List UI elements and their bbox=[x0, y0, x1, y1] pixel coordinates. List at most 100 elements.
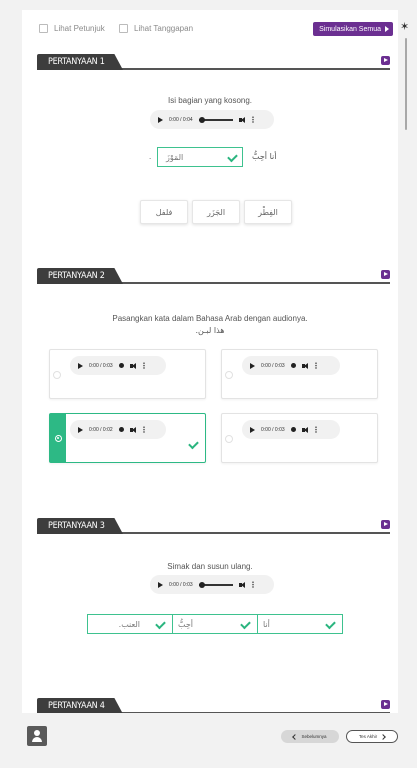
option-chip[interactable]: الفِطْر bbox=[244, 200, 292, 224]
audio-player[interactable]: 0:00 / 0:03 bbox=[70, 356, 166, 375]
audio-choice-card-selected[interactable]: 0:00 / 0:02 bbox=[49, 413, 206, 463]
next-label: Tes Akhir bbox=[358, 734, 378, 739]
question-header: PERTANYAAN 3 bbox=[37, 518, 390, 535]
answer-slot[interactable]: أحِبُّ bbox=[172, 614, 258, 634]
question-instruction: Pasangkan kata dalam Bahasa Arab dengan … bbox=[112, 314, 308, 323]
check-icon bbox=[240, 618, 251, 630]
volume-icon[interactable] bbox=[238, 116, 246, 123]
audio-choice-card[interactable]: 0:00 / 0:03 bbox=[221, 349, 378, 399]
option-chip[interactable]: فلفل bbox=[140, 200, 188, 224]
bottom-navigation-bar: Sebelumnya Tes Akhir bbox=[22, 717, 398, 757]
question-header: PERTANYAAN 2 bbox=[37, 268, 390, 285]
play-icon[interactable] bbox=[158, 116, 163, 123]
audio-time: 0:00 / 0:03 bbox=[261, 426, 285, 433]
question-title: PERTANYAAN 4 bbox=[37, 698, 123, 713]
answer-text: أحِبُّ bbox=[178, 619, 194, 629]
radio-button[interactable] bbox=[53, 371, 61, 379]
question-header: PERTANYAAN 1 bbox=[37, 54, 390, 71]
quiz-toolbar: Lihat Petunjuk Lihat Tanggapan Simulasik… bbox=[22, 22, 398, 40]
audio-progress[interactable] bbox=[290, 363, 296, 368]
volume-icon[interactable] bbox=[129, 426, 137, 433]
more-options-icon[interactable] bbox=[142, 426, 145, 433]
audio-time: 0:00 / 0:03 bbox=[89, 362, 113, 369]
show-hints-checkbox[interactable]: Lihat Petunjuk bbox=[39, 24, 105, 33]
radio-button[interactable] bbox=[225, 371, 233, 379]
next-button[interactable]: Tes Akhir bbox=[346, 730, 398, 743]
show-hints-label: Lihat Petunjuk bbox=[54, 24, 105, 33]
answer-text: المَوْزَ bbox=[166, 152, 184, 162]
checkbox-box[interactable] bbox=[39, 24, 48, 33]
quiz-page: Lihat Petunjuk Lihat Tanggapan Simulasik… bbox=[22, 10, 398, 713]
selected-indicator bbox=[50, 414, 66, 462]
more-options-icon[interactable] bbox=[251, 116, 254, 123]
question-header: PERTANYAAN 4 bbox=[37, 698, 390, 713]
more-options-icon[interactable] bbox=[251, 581, 254, 588]
checkbox-box[interactable] bbox=[119, 24, 128, 33]
audio-progress[interactable] bbox=[198, 581, 233, 588]
show-responses-checkbox[interactable]: Lihat Tanggapan bbox=[119, 24, 193, 33]
play-icon[interactable] bbox=[158, 581, 163, 588]
arabic-prompt: هذا لبـن. bbox=[195, 326, 225, 335]
audio-choice-card[interactable]: 0:00 / 0:03 bbox=[49, 349, 206, 399]
audio-player[interactable]: 0:00 / 0:03 bbox=[242, 356, 340, 375]
check-icon bbox=[155, 618, 166, 630]
user-icon[interactable] bbox=[27, 726, 47, 746]
pin-icon[interactable]: ✶ bbox=[400, 22, 409, 33]
play-icon[interactable] bbox=[381, 520, 390, 529]
play-icon[interactable] bbox=[381, 270, 390, 279]
sentence-text: أنا أحِبُّ bbox=[252, 152, 277, 161]
audio-progress[interactable] bbox=[118, 427, 124, 432]
audio-time: 0:00 / 0:03 bbox=[261, 362, 285, 369]
chevron-left-icon bbox=[292, 733, 299, 740]
play-icon[interactable] bbox=[250, 362, 255, 369]
option-chip[interactable]: الجَزَر bbox=[192, 200, 240, 224]
scrollbar[interactable] bbox=[405, 38, 407, 130]
play-icon bbox=[385, 26, 389, 32]
check-icon bbox=[227, 151, 238, 163]
previous-label: Sebelumnya bbox=[301, 734, 327, 739]
audio-progress[interactable] bbox=[118, 363, 124, 368]
question-instruction: Isi bagian yang kosong. bbox=[167, 96, 253, 105]
question-title: PERTANYAAN 3 bbox=[37, 518, 123, 534]
simulate-all-label: Simulasikan Semua bbox=[319, 25, 381, 33]
audio-player[interactable]: 0:00 / 0:03 bbox=[150, 575, 274, 594]
audio-time: 0:00 / 0:03 bbox=[169, 581, 193, 588]
answer-slot[interactable]: العنب. bbox=[87, 614, 173, 634]
audio-progress[interactable] bbox=[290, 427, 296, 432]
play-icon[interactable] bbox=[381, 56, 390, 65]
question-title: PERTANYAAN 1 bbox=[37, 54, 123, 70]
volume-icon[interactable] bbox=[301, 426, 309, 433]
simulate-all-button[interactable]: Simulasikan Semua bbox=[313, 22, 393, 36]
answer-slot[interactable]: المَوْزَ bbox=[157, 147, 243, 167]
sentence-suffix: . bbox=[149, 152, 152, 161]
radio-button-selected[interactable] bbox=[55, 435, 62, 442]
audio-player[interactable]: 0:00 / 0:04 bbox=[150, 110, 274, 129]
audio-time: 0:00 / 0:04 bbox=[169, 116, 193, 123]
check-icon bbox=[325, 618, 336, 630]
play-icon[interactable] bbox=[250, 426, 255, 433]
more-options-icon[interactable] bbox=[314, 362, 317, 369]
audio-progress[interactable] bbox=[198, 116, 233, 123]
play-icon[interactable] bbox=[78, 426, 83, 433]
play-icon[interactable] bbox=[78, 362, 83, 369]
audio-player[interactable]: 0:00 / 0:02 bbox=[70, 420, 166, 439]
audio-time: 0:00 / 0:02 bbox=[89, 426, 113, 433]
audio-player[interactable]: 0:00 / 0:03 bbox=[242, 420, 340, 439]
volume-icon[interactable] bbox=[238, 581, 246, 588]
radio-button[interactable] bbox=[225, 435, 233, 443]
more-options-icon[interactable] bbox=[314, 426, 317, 433]
volume-icon[interactable] bbox=[301, 362, 309, 369]
previous-button[interactable]: Sebelumnya bbox=[281, 730, 339, 743]
audio-choice-card[interactable]: 0:00 / 0:03 bbox=[221, 413, 378, 463]
show-responses-label: Lihat Tanggapan bbox=[134, 24, 194, 33]
answer-slot[interactable]: أنا bbox=[257, 614, 343, 634]
check-icon bbox=[188, 438, 199, 450]
answer-text: أنا bbox=[263, 619, 270, 629]
play-icon[interactable] bbox=[381, 700, 390, 709]
more-options-icon[interactable] bbox=[142, 362, 145, 369]
question-title: PERTANYAAN 2 bbox=[37, 268, 123, 284]
chevron-right-icon bbox=[380, 733, 386, 740]
volume-icon[interactable] bbox=[129, 362, 137, 369]
question-instruction: Simak dan susun ulang. bbox=[167, 562, 253, 571]
answer-text: العنب. bbox=[118, 619, 140, 629]
